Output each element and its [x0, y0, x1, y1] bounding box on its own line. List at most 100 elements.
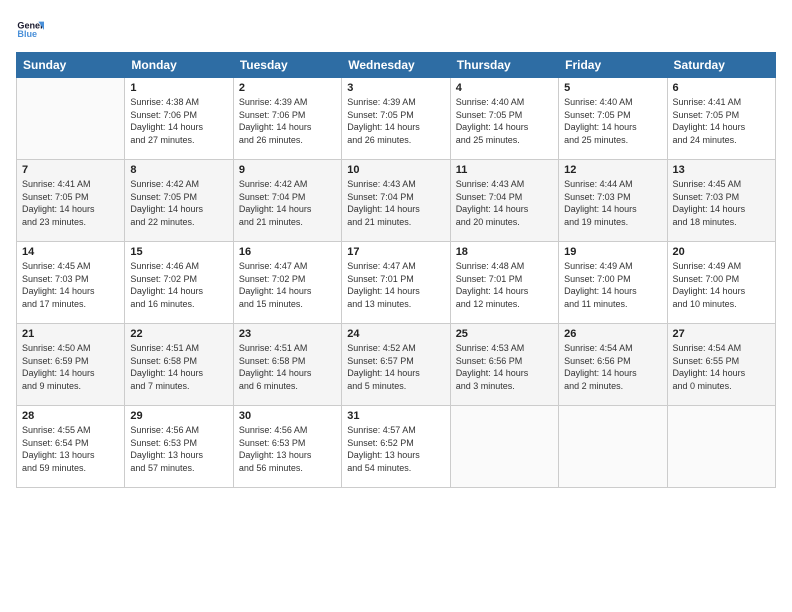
- week-row-2: 7 Sunrise: 4:41 AMSunset: 7:05 PMDaylight…: [17, 160, 776, 242]
- day-info: Sunrise: 4:46 AMSunset: 7:02 PMDaylight:…: [130, 260, 227, 310]
- day-info: Sunrise: 4:50 AMSunset: 6:59 PMDaylight:…: [22, 342, 119, 392]
- calendar-cell: 1Sunrise: 4:38 AMSunset: 7:06 PMDaylight…: [125, 78, 233, 160]
- calendar-cell: 25 Sunrise: 4:53 AMSunset: 6:56 PMDayligh…: [450, 324, 558, 406]
- calendar-cell: [559, 406, 667, 488]
- day-info: Sunrise: 4:39 AMSunset: 7:06 PMDaylight:…: [239, 96, 336, 146]
- calendar-cell: 11Sunrise: 4:43 AMSunset: 7:04 PMDayligh…: [450, 160, 558, 242]
- day-info: Sunrise: 4:51 AMSunset: 6:58 PMDaylight:…: [130, 342, 227, 392]
- day-number: 15: [130, 246, 227, 258]
- day-info: Sunrise: 4:45 AMSunset: 7:03 PMDaylight:…: [22, 260, 119, 310]
- calendar-cell: 31 Sunrise: 4:57 AMSunset: 6:52 PMDayligh…: [342, 406, 450, 488]
- day-number: 26: [564, 328, 661, 340]
- logo: General Blue: [16, 16, 44, 44]
- day-number: 4: [456, 82, 553, 94]
- calendar-cell: [450, 406, 558, 488]
- day-info: Sunrise: 4:54 AMSunset: 6:56 PMDaylight:…: [564, 342, 661, 392]
- day-info: Sunrise: 4:51 AMSunset: 6:58 PMDaylight:…: [239, 342, 336, 392]
- day-number: 25: [456, 328, 553, 340]
- calendar-cell: 5 Sunrise: 4:40 AMSunset: 7:05 PMDaylight…: [559, 78, 667, 160]
- day-info: Sunrise: 4:42 AMSunset: 7:05 PMDaylight:…: [130, 178, 227, 228]
- day-info: Sunrise: 4:57 AMSunset: 6:52 PMDaylight:…: [347, 424, 444, 474]
- day-number: 5: [564, 82, 661, 94]
- day-info: Sunrise: 4:47 AMSunset: 7:01 PMDaylight:…: [347, 260, 444, 310]
- day-info: Sunrise: 4:49 AMSunset: 7:00 PMDaylight:…: [673, 260, 770, 310]
- weekday-header-tuesday: Tuesday: [233, 53, 341, 78]
- calendar-cell: 30 Sunrise: 4:56 AMSunset: 6:53 PMDayligh…: [233, 406, 341, 488]
- weekday-header-thursday: Thursday: [450, 53, 558, 78]
- calendar-cell: 2Sunrise: 4:39 AMSunset: 7:06 PMDaylight…: [233, 78, 341, 160]
- day-info: Sunrise: 4:48 AMSunset: 7:01 PMDaylight:…: [456, 260, 553, 310]
- day-info: Sunrise: 4:38 AMSunset: 7:06 PMDaylight:…: [130, 96, 227, 146]
- calendar-cell: 23Sunrise: 4:51 AMSunset: 6:58 PMDayligh…: [233, 324, 341, 406]
- calendar-cell: 29 Sunrise: 4:56 AMSunset: 6:53 PMDayligh…: [125, 406, 233, 488]
- day-info: Sunrise: 4:52 AMSunset: 6:57 PMDaylight:…: [347, 342, 444, 392]
- day-info: Sunrise: 4:47 AMSunset: 7:02 PMDaylight:…: [239, 260, 336, 310]
- day-info: Sunrise: 4:39 AMSunset: 7:05 PMDaylight:…: [347, 96, 444, 146]
- calendar-cell: 24 Sunrise: 4:52 AMSunset: 6:57 PMDayligh…: [342, 324, 450, 406]
- week-row-3: 14 Sunrise: 4:45 AMSunset: 7:03 PMDayligh…: [17, 242, 776, 324]
- day-info: Sunrise: 4:56 AMSunset: 6:53 PMDaylight:…: [239, 424, 336, 474]
- calendar-cell: 26 Sunrise: 4:54 AMSunset: 6:56 PMDayligh…: [559, 324, 667, 406]
- calendar-cell: 13Sunrise: 4:45 AMSunset: 7:03 PMDayligh…: [667, 160, 775, 242]
- day-info: Sunrise: 4:49 AMSunset: 7:00 PMDaylight:…: [564, 260, 661, 310]
- weekday-header-row: SundayMondayTuesdayWednesdayThursdayFrid…: [17, 53, 776, 78]
- weekday-header-sunday: Sunday: [17, 53, 125, 78]
- week-row-1: 1Sunrise: 4:38 AMSunset: 7:06 PMDaylight…: [17, 78, 776, 160]
- day-info: Sunrise: 4:44 AMSunset: 7:03 PMDaylight:…: [564, 178, 661, 228]
- day-number: 9: [239, 164, 336, 176]
- logo-icon: General Blue: [16, 16, 44, 44]
- day-info: Sunrise: 4:41 AMSunset: 7:05 PMDaylight:…: [22, 178, 119, 228]
- calendar-table: SundayMondayTuesdayWednesdayThursdayFrid…: [16, 52, 776, 488]
- calendar-cell: 8 Sunrise: 4:42 AMSunset: 7:05 PMDaylight…: [125, 160, 233, 242]
- day-number: 16: [239, 246, 336, 258]
- calendar-cell: 22 Sunrise: 4:51 AMSunset: 6:58 PMDayligh…: [125, 324, 233, 406]
- day-number: 29: [130, 410, 227, 422]
- week-row-4: 21 Sunrise: 4:50 AMSunset: 6:59 PMDayligh…: [17, 324, 776, 406]
- day-number: 31: [347, 410, 444, 422]
- day-number: 21: [22, 328, 119, 340]
- day-number: 24: [347, 328, 444, 340]
- calendar-cell: 15 Sunrise: 4:46 AMSunset: 7:02 PMDayligh…: [125, 242, 233, 324]
- day-info: Sunrise: 4:40 AMSunset: 7:05 PMDaylight:…: [564, 96, 661, 146]
- day-info: Sunrise: 4:56 AMSunset: 6:53 PMDaylight:…: [130, 424, 227, 474]
- day-info: Sunrise: 4:40 AMSunset: 7:05 PMDaylight:…: [456, 96, 553, 146]
- day-number: 28: [22, 410, 119, 422]
- day-number: 27: [673, 328, 770, 340]
- calendar-cell: [667, 406, 775, 488]
- calendar-cell: 20Sunrise: 4:49 AMSunset: 7:00 PMDayligh…: [667, 242, 775, 324]
- day-info: Sunrise: 4:41 AMSunset: 7:05 PMDaylight:…: [673, 96, 770, 146]
- day-number: 18: [456, 246, 553, 258]
- day-number: 3: [347, 82, 444, 94]
- weekday-header-saturday: Saturday: [667, 53, 775, 78]
- calendar-cell: 16 Sunrise: 4:47 AMSunset: 7:02 PMDayligh…: [233, 242, 341, 324]
- day-number: 17: [347, 246, 444, 258]
- svg-text:Blue: Blue: [17, 29, 37, 39]
- day-number: 30: [239, 410, 336, 422]
- calendar-cell: 10Sunrise: 4:43 AMSunset: 7:04 PMDayligh…: [342, 160, 450, 242]
- calendar-cell: 27Sunrise: 4:54 AMSunset: 6:55 PMDayligh…: [667, 324, 775, 406]
- day-number: 11: [456, 164, 553, 176]
- calendar-cell: 4 Sunrise: 4:40 AMSunset: 7:05 PMDaylight…: [450, 78, 558, 160]
- day-number: 22: [130, 328, 227, 340]
- day-info: Sunrise: 4:53 AMSunset: 6:56 PMDaylight:…: [456, 342, 553, 392]
- day-info: Sunrise: 4:45 AMSunset: 7:03 PMDaylight:…: [673, 178, 770, 228]
- calendar-cell: 14 Sunrise: 4:45 AMSunset: 7:03 PMDayligh…: [17, 242, 125, 324]
- day-number: 8: [130, 164, 227, 176]
- day-number: 14: [22, 246, 119, 258]
- day-number: 7: [22, 164, 119, 176]
- calendar-cell: 18 Sunrise: 4:48 AMSunset: 7:01 PMDayligh…: [450, 242, 558, 324]
- calendar-cell: 28 Sunrise: 4:55 AMSunset: 6:54 PMDayligh…: [17, 406, 125, 488]
- day-info: Sunrise: 4:42 AMSunset: 7:04 PMDaylight:…: [239, 178, 336, 228]
- day-number: 19: [564, 246, 661, 258]
- calendar-cell: 3 Sunrise: 4:39 AMSunset: 7:05 PMDaylight…: [342, 78, 450, 160]
- calendar-cell: 17 Sunrise: 4:47 AMSunset: 7:01 PMDayligh…: [342, 242, 450, 324]
- day-number: 12: [564, 164, 661, 176]
- week-row-5: 28 Sunrise: 4:55 AMSunset: 6:54 PMDayligh…: [17, 406, 776, 488]
- calendar-cell: 6 Sunrise: 4:41 AMSunset: 7:05 PMDaylight…: [667, 78, 775, 160]
- calendar-cell: [17, 78, 125, 160]
- calendar-cell: 21 Sunrise: 4:50 AMSunset: 6:59 PMDayligh…: [17, 324, 125, 406]
- day-number: 6: [673, 82, 770, 94]
- header: General Blue: [16, 16, 776, 44]
- day-info: Sunrise: 4:55 AMSunset: 6:54 PMDaylight:…: [22, 424, 119, 474]
- weekday-header-wednesday: Wednesday: [342, 53, 450, 78]
